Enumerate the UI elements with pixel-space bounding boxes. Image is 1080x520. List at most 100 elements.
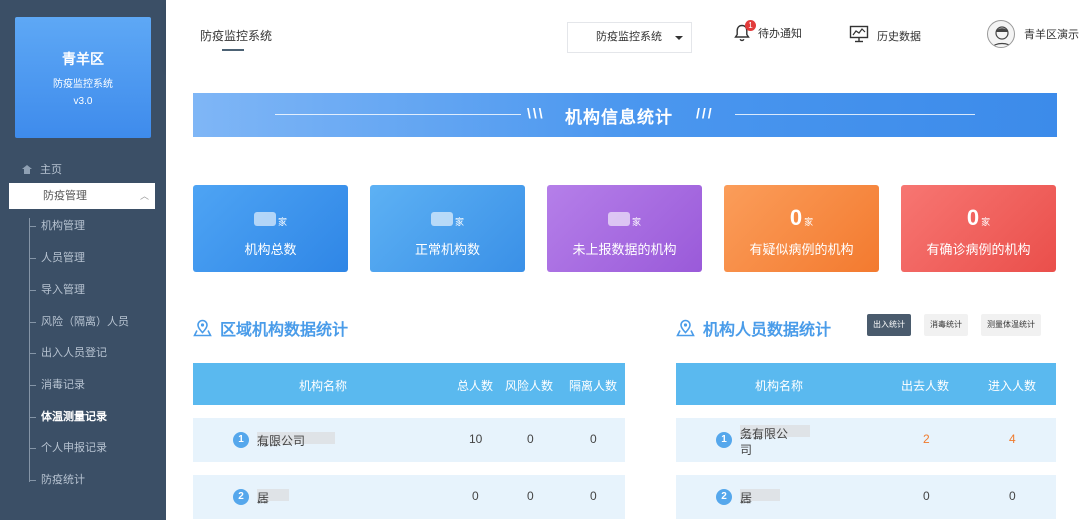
isolation-count: 0 (590, 489, 597, 503)
sidebar-item-label: 消毒记录 (41, 379, 85, 391)
notice-button[interactable]: 1 待办通知 (734, 20, 802, 42)
brand-version: v3.0 (73, 96, 93, 107)
sidebar-item-personal-declaration[interactable]: 个人申报记录 (29, 441, 107, 455)
avatar (987, 20, 1015, 48)
risk-count: 0 (527, 432, 534, 446)
table-header: 机构名称 总人数 风险人数 隔离人数 (193, 363, 625, 405)
location-pin-icon (193, 319, 212, 337)
sidebar: 青羊区 防疫监控系统 v3.0 主页 防疫管理 ︿ 机构管理 人员管理 导入管理… (0, 0, 166, 520)
staff-stats-tabs: 出入统计 消毒统计 测量体温统计 (867, 314, 1041, 336)
table-row[interactable]: 2 择居 0 0 (676, 475, 1056, 519)
table-row[interactable]: 1 成都有限公司 10 0 0 (193, 418, 625, 462)
chevron-up-icon: ︿ (139, 191, 149, 201)
stat-value: 家 (370, 205, 525, 231)
history-button[interactable]: 历史数据 (849, 25, 921, 46)
stat-label: 有疑似病例的机构 (749, 242, 854, 257)
sidebar-item-entry-exit-register[interactable]: 出入人员登记 (29, 346, 107, 360)
bell-icon: 1 (734, 20, 756, 42)
main-content: \\\ 机构信息统计 /// 家 机构总数 家 正常机构数 家 未上报数据的机构… (166, 70, 1080, 520)
stat-label: 未上报数据的机构 (572, 242, 677, 257)
sidebar-item-risk-staff[interactable]: 风险（隔离）人员 (29, 315, 129, 329)
caret-down-icon (675, 36, 683, 40)
sidebar-item-label: 机构管理 (41, 220, 85, 232)
stat-label: 正常机构数 (414, 242, 480, 257)
home-icon (22, 164, 32, 174)
sidebar-item-staff-management[interactable]: 人员管理 (29, 251, 85, 265)
tab-entry-exit-stats[interactable]: 出入统计 (867, 314, 911, 336)
row-index: 1 (716, 432, 732, 448)
sidebar-group-epidemic[interactable]: 防疫管理 ︿ (9, 183, 155, 209)
stat-unit: 家 (277, 217, 287, 227)
stat-value: 家 (193, 205, 348, 231)
isolation-count: 0 (590, 432, 597, 446)
banner-deco-left: \\\ (527, 105, 545, 121)
table-row[interactable]: 1 成都务有限公 司 2 4 (676, 418, 1056, 462)
section-title-text: 机构人员数据统计 (703, 322, 832, 339)
sidebar-item-disinfection-records[interactable]: 消毒记录 (29, 378, 85, 392)
blurred-value (430, 212, 453, 227)
sidebar-item-label: 个人申报记录 (41, 442, 107, 454)
column-header: 总人数 (457, 379, 494, 393)
sidebar-item-label: 导入管理 (41, 284, 85, 296)
staff-stats-title: 机构人员数据统计 (676, 316, 831, 340)
stat-card-suspected-orgs[interactable]: 0家 有疑似病例的机构 (724, 185, 879, 272)
org-name-end: 务有限公 (740, 427, 789, 441)
row-index: 2 (716, 489, 732, 505)
banner-line-left (275, 114, 521, 115)
sidebar-item-import-management[interactable]: 导入管理 (29, 283, 85, 297)
brand-panel: 青羊区 防疫监控系统 v3.0 (15, 17, 151, 138)
stat-unit: 家 (981, 217, 991, 227)
table-row[interactable]: 2 择居 0 0 0 (193, 475, 625, 519)
org-name-end: 居 (257, 491, 270, 505)
user-name: 青羊区演示 (1024, 29, 1079, 41)
stat-unit: 家 (804, 217, 814, 227)
sidebar-item-epidemic-statistics[interactable]: 防疫统计 (29, 473, 85, 487)
section-title-text: 区域机构数据统计 (220, 322, 349, 339)
org-name-line2: 司 (740, 443, 753, 457)
column-header: 风险人数 (505, 379, 554, 393)
column-header: 隔离人数 (569, 379, 618, 393)
stat-label: 机构总数 (244, 242, 297, 257)
sidebar-item-org-management[interactable]: 机构管理 (29, 219, 85, 233)
column-header: 出去人数 (901, 379, 950, 393)
tab-temperature-stats[interactable]: 测量体温统计 (981, 314, 1041, 336)
brand-district: 青羊区 (62, 51, 104, 67)
total-count: 0 (472, 489, 479, 503)
page-title[interactable]: 防疫监控系统 (200, 27, 272, 44)
sidebar-group-label: 防疫管理 (43, 190, 87, 202)
stat-value: 家 (547, 205, 702, 231)
history-label: 历史数据 (877, 30, 921, 43)
sidebar-item-label: 人员管理 (41, 252, 85, 264)
blurred-value (607, 212, 630, 227)
sidebar-item-label: 出入人员登记 (41, 347, 107, 359)
stat-unit: 家 (454, 217, 464, 227)
sidebar-item-home[interactable]: 主页 (22, 161, 62, 177)
row-index: 1 (233, 432, 249, 448)
stat-card-total-orgs[interactable]: 家 机构总数 (193, 185, 348, 272)
stat-card-normal-orgs[interactable]: 家 正常机构数 (370, 185, 525, 272)
region-stats-title: 区域机构数据统计 (193, 316, 348, 340)
org-name-end: 居 (740, 491, 753, 505)
stat-card-unreported-orgs[interactable]: 家 未上报数据的机构 (547, 185, 702, 272)
sidebar-item-label: 体温测量记录 (41, 411, 107, 423)
banner-deco-right: /// (696, 105, 714, 121)
sidebar-item-label: 风险（隔离）人员 (41, 316, 129, 328)
notice-label: 待办通知 (758, 28, 802, 40)
stat-unit: 家 (631, 217, 641, 227)
org-name-end: 有限公司 (257, 434, 306, 448)
banner-line-right (735, 114, 975, 115)
section-banner: \\\ 机构信息统计 /// (193, 93, 1057, 137)
system-select-value: 防疫监控系统 (596, 31, 662, 43)
sidebar-item-temperature-records[interactable]: 体温测量记录 (29, 410, 107, 424)
stat-label: 有确诊病例的机构 (926, 242, 1031, 257)
tab-disinfection-stats[interactable]: 消毒统计 (924, 314, 968, 336)
user-menu[interactable]: 青羊区演示 (987, 20, 1079, 48)
column-header: 机构名称 (755, 379, 804, 393)
sidebar-item-label: 主页 (40, 164, 62, 176)
system-select[interactable]: 防疫监控系统 (567, 22, 692, 53)
sidebar-item-label: 防疫统计 (41, 474, 85, 486)
stat-card-confirmed-orgs[interactable]: 0家 有确诊病例的机构 (901, 185, 1056, 272)
top-header: 防疫监控系统 防疫监控系统 1 待办通知 历史数据 青羊区演示 (166, 0, 1080, 70)
risk-count: 0 (527, 489, 534, 503)
title-underline (222, 49, 244, 51)
